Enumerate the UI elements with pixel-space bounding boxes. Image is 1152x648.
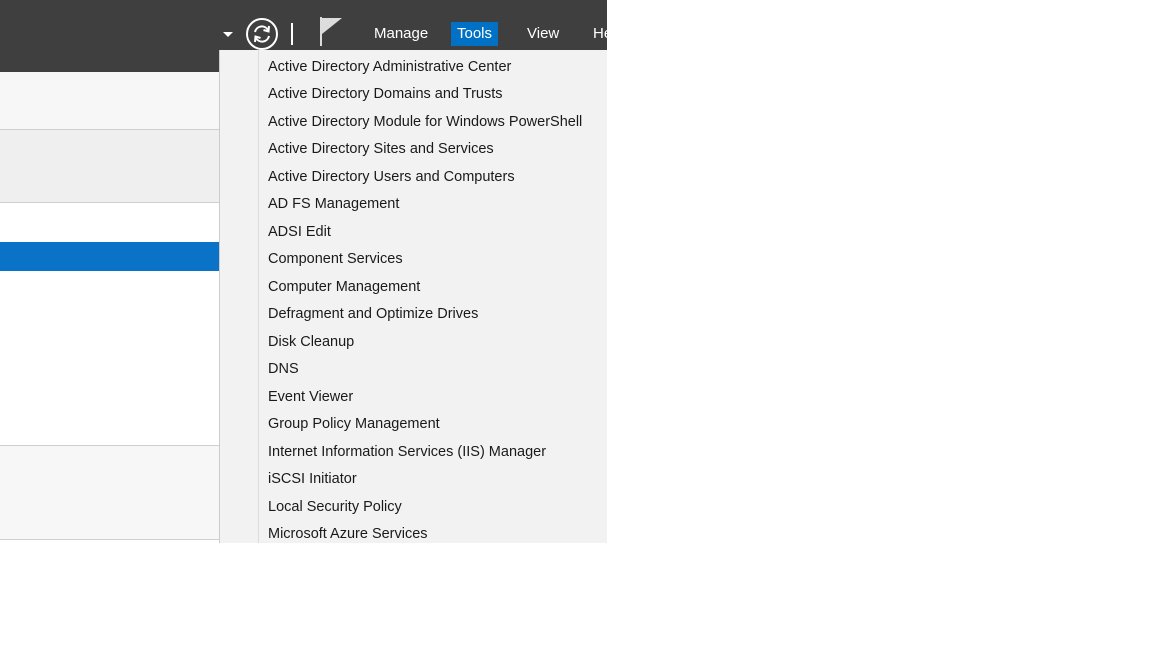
- menu-help[interactable]: He: [587, 22, 607, 46]
- menu-item-adfs[interactable]: AD FS Management: [268, 192, 399, 216]
- menu-view[interactable]: View: [521, 22, 565, 46]
- tools-dropdown-menu: Active Directory Administrative Center A…: [219, 50, 607, 543]
- menu-manage[interactable]: Manage: [368, 22, 434, 46]
- menu-item-adsi-edit[interactable]: ADSI Edit: [268, 220, 331, 244]
- flag-icon[interactable]: [318, 15, 344, 47]
- menu-gutter: [258, 50, 259, 543]
- menu-item-ad-domains-trusts[interactable]: Active Directory Domains and Trusts: [268, 82, 503, 106]
- pane-section: [0, 130, 220, 203]
- menu-item-group-policy[interactable]: Group Policy Management: [268, 412, 440, 436]
- menu-item-azure-services[interactable]: Microsoft Azure Services: [268, 522, 428, 543]
- menu-item-ad-powershell[interactable]: Active Directory Module for Windows Powe…: [268, 110, 582, 134]
- toolbar-separator: [291, 23, 293, 45]
- menu-item-component-services[interactable]: Component Services: [268, 247, 403, 271]
- menu-item-dns[interactable]: DNS: [268, 357, 299, 381]
- menu-tools[interactable]: Tools: [451, 22, 499, 46]
- refresh-icon[interactable]: [245, 17, 279, 51]
- menu-item-iscsi-initiator[interactable]: iSCSI Initiator: [268, 467, 357, 491]
- selected-nav-item[interactable]: [0, 242, 220, 271]
- server-manager-window: Manage Tools View He Active Directory Ad…: [0, 0, 607, 543]
- menu-item-local-security-policy[interactable]: Local Security Policy: [268, 495, 402, 519]
- menu-item-iis-manager[interactable]: Internet Information Services (IIS) Mana…: [268, 440, 546, 464]
- menu-item-ad-admin-center[interactable]: Active Directory Administrative Center: [268, 55, 511, 79]
- pane-footer: [0, 445, 220, 540]
- pane-header: [0, 72, 220, 130]
- menu-item-defragment[interactable]: Defragment and Optimize Drives: [268, 302, 478, 326]
- menu-item-computer-management[interactable]: Computer Management: [268, 275, 420, 299]
- menu-item-disk-cleanup[interactable]: Disk Cleanup: [268, 330, 354, 354]
- menu-item-ad-sites[interactable]: Active Directory Sites and Services: [268, 137, 494, 161]
- menu-item-ad-users[interactable]: Active Directory Users and Computers: [268, 165, 515, 189]
- left-pane: [0, 72, 220, 543]
- menu-item-event-viewer[interactable]: Event Viewer: [268, 385, 353, 409]
- dropdown-arrow-icon[interactable]: [223, 32, 233, 37]
